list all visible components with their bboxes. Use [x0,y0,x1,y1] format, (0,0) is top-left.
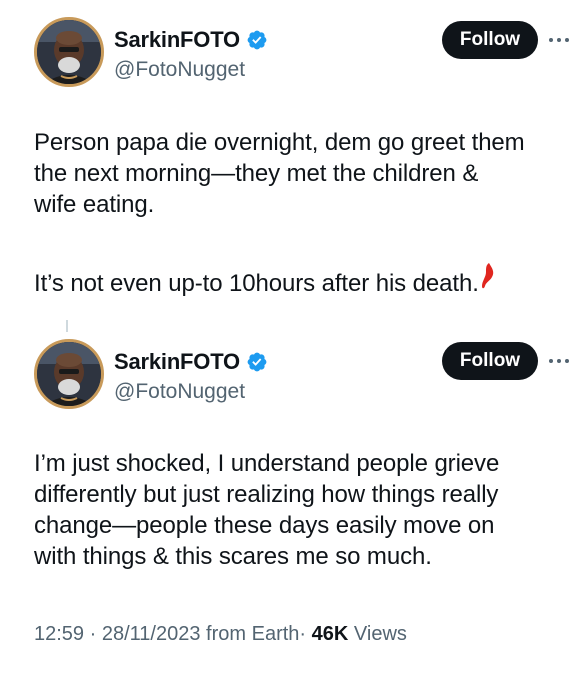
display-name[interactable]: SarkinFOTO [114,27,240,53]
tweet-meta: 12:59 · 28/11/2023 from Earth· 46K Views [34,623,407,646]
author-handle[interactable]: @FotoNugget [114,380,245,404]
red-annotation-mark-icon [482,263,494,289]
meta-separator: · [89,623,97,645]
tweet-text-paragraph: I’m just shocked, I understand people gr… [34,450,500,570]
display-name[interactable]: SarkinFOTO [114,349,240,375]
verified-badge-icon [247,30,267,50]
avatar[interactable] [34,339,104,409]
tweet-source: from Earth [206,623,300,645]
author-handle[interactable]: @FotoNugget [114,58,245,82]
avatar-photo-icon [37,342,101,406]
tweet-2: SarkinFOTO @FotoNugget Follow I’m just s… [0,320,582,673]
avatar-photo-icon [37,20,101,84]
tweet-time[interactable]: 12:59 [34,623,84,645]
follow-button[interactable]: Follow [442,21,538,59]
tweet-text-paragraph: Person papa die overnight, dem go greet … [34,129,525,218]
thread-connector-line [66,320,68,332]
author-name-row[interactable]: SarkinFOTO [114,349,268,375]
more-options-icon[interactable] [548,35,570,45]
verified-badge-icon [247,352,267,372]
views-label: Views [353,623,407,645]
meta-separator: · [299,623,307,645]
author-name-row[interactable]: SarkinFOTO [114,27,268,53]
tweet-date[interactable]: 28/11/2023 [102,623,201,645]
tweet-1: SarkinFOTO @FotoNugget Follow Person pap… [0,0,582,320]
views-count[interactable]: 46K [312,623,349,645]
more-options-icon[interactable] [548,356,570,366]
avatar[interactable] [34,17,104,87]
follow-button[interactable]: Follow [442,342,538,380]
